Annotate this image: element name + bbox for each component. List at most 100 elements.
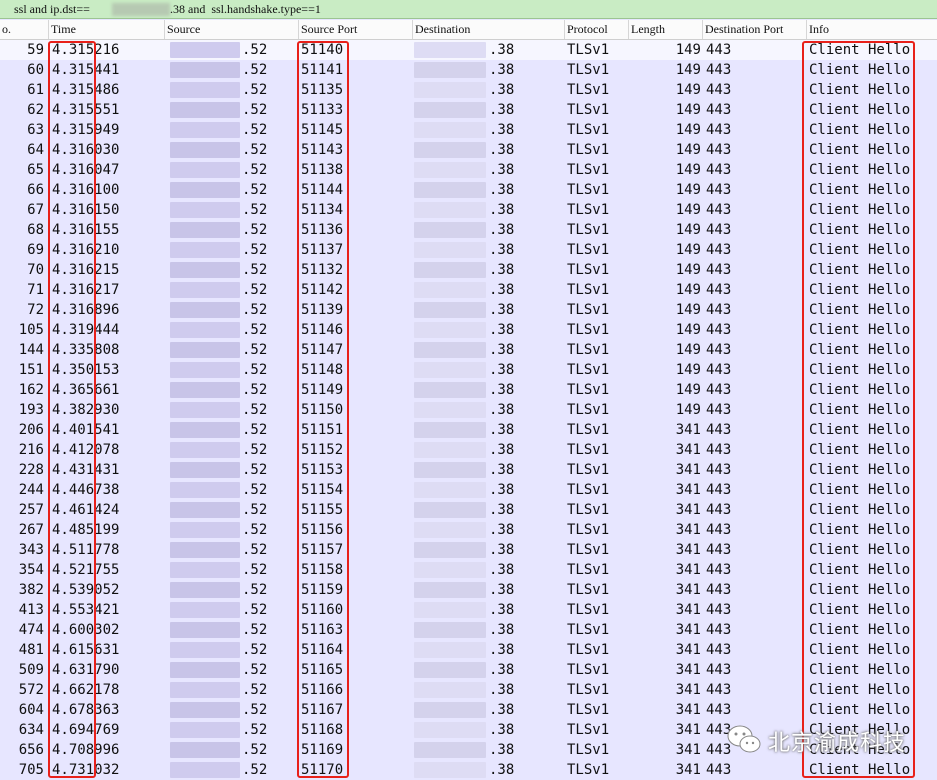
table-row[interactable]: 62 4.315551 .52 51133 .38 TLSv1 149 443 Client H… <box>0 100 937 120</box>
table-row[interactable]: 193 4.382930 .52 51150 .38 TLSv1 149 443 Client … <box>0 400 937 420</box>
cell-protocol: TLSv1 <box>567 42 610 58</box>
cell-protocol: TLSv1 <box>567 122 610 138</box>
cell-source: .52 <box>242 522 268 538</box>
table-row[interactable]: 63 4.315949 .52 51145 .38 TLSv1 149 443 Client H… <box>0 120 937 140</box>
table-row[interactable]: 474 4.600302 .52 51163 .38 TLSv1 341 443 Client … <box>0 620 937 640</box>
redacted-source-address <box>170 382 240 398</box>
table-row[interactable]: 481 4.615631 .52 51164 .38 TLSv1 341 443 Client … <box>0 640 937 660</box>
col-header-info[interactable]: Info <box>806 20 937 39</box>
col-header-destination-port[interactable]: Destination Port <box>702 20 806 39</box>
table-row[interactable]: 60 4.315441 .52 51141 .38 TLSv1 149 443 Client H… <box>0 60 937 80</box>
cell-source-port: 51148 <box>301 362 344 378</box>
cell-destination: .38 <box>489 642 515 658</box>
redacted-destination-address <box>414 102 486 118</box>
cell-info: Client Hello <box>809 122 911 138</box>
cell-source-port: 51152 <box>301 442 344 458</box>
table-row[interactable]: 382 4.539052 .52 51159 .38 TLSv1 341 443 Client … <box>0 580 937 600</box>
cell-no: 105 <box>18 322 44 338</box>
redacted-source-address <box>170 102 240 118</box>
table-row[interactable]: 162 4.365661 .52 51149 .38 TLSv1 149 443 Client … <box>0 380 937 400</box>
cell-length: 149 <box>675 202 701 218</box>
col-header-source[interactable]: Source <box>164 20 298 39</box>
redacted-source-address <box>170 582 240 598</box>
table-row[interactable]: 69 4.316210 .52 51137 .38 TLSv1 149 443 Client H… <box>0 240 937 260</box>
table-row[interactable]: 65 4.316047 .52 51138 .38 TLSv1 149 443 Client H… <box>0 160 937 180</box>
table-row[interactable]: 604 4.678363 .52 51167 .38 TLSv1 341 443 Client … <box>0 700 937 720</box>
cell-time: 4.461424 <box>52 502 120 518</box>
cell-source-port: 51149 <box>301 382 344 398</box>
col-header-time[interactable]: Time <box>48 20 164 39</box>
display-filter-bar[interactable]: ssl and ip.dst== .38 and ssl.handshake.t… <box>0 0 937 19</box>
table-row[interactable]: 71 4.316217 .52 51142 .38 TLSv1 149 443 Client H… <box>0 280 937 300</box>
table-row[interactable]: 354 4.521755 .52 51158 .38 TLSv1 341 443 Client … <box>0 560 937 580</box>
redacted-source-address <box>170 422 240 438</box>
table-row[interactable]: 68 4.316155 .52 51136 .38 TLSv1 149 443 Client H… <box>0 220 937 240</box>
table-row[interactable]: 343 4.511778 .52 51157 .38 TLSv1 341 443 Client … <box>0 540 937 560</box>
cell-destination-port: 443 <box>706 342 732 358</box>
redacted-destination-address <box>414 282 486 298</box>
redacted-destination-address <box>414 742 486 758</box>
table-row[interactable]: 267 4.485199 .52 51156 .38 TLSv1 341 443 Client … <box>0 520 937 540</box>
cell-source: .52 <box>242 702 268 718</box>
table-row[interactable]: 206 4.401541 .52 51151 .38 TLSv1 341 443 Client … <box>0 420 937 440</box>
cell-no: 162 <box>18 382 44 398</box>
cell-info: Client Hello <box>809 222 911 238</box>
cell-destination: .38 <box>489 242 515 258</box>
cell-length: 341 <box>675 422 701 438</box>
table-row[interactable]: 70 4.316215 .52 51132 .38 TLSv1 149 443 Client H… <box>0 260 937 280</box>
filter-text-part1: ssl and ip.dst== <box>14 2 90 16</box>
table-row[interactable]: 72 4.316896 .52 51139 .38 TLSv1 149 443 Client H… <box>0 300 937 320</box>
col-header-length[interactable]: Length <box>628 20 702 39</box>
table-row[interactable]: 413 4.553421 .52 51160 .38 TLSv1 341 443 Client … <box>0 600 937 620</box>
cell-time: 4.539052 <box>52 582 120 598</box>
table-row[interactable]: 67 4.316150 .52 51134 .38 TLSv1 149 443 Client H… <box>0 200 937 220</box>
cell-source: .52 <box>242 242 268 258</box>
redacted-source-address <box>170 182 240 198</box>
table-row[interactable]: 59 4.315216 .52 51140 .38 TLSv1 149 443 Client H… <box>0 40 937 60</box>
redacted-destination-address <box>414 242 486 258</box>
table-row[interactable]: 257 4.461424 .52 51155 .38 TLSv1 341 443 Client … <box>0 500 937 520</box>
cell-source-port: 51142 <box>301 282 344 298</box>
cell-source-port: 51159 <box>301 582 344 598</box>
cell-time: 4.350153 <box>52 362 120 378</box>
table-row[interactable]: 228 4.431431 .52 51153 .38 TLSv1 341 443 Client … <box>0 460 937 480</box>
col-header-protocol[interactable]: Protocol <box>564 20 628 39</box>
cell-length: 341 <box>675 622 701 638</box>
table-row[interactable]: 572 4.662178 .52 51166 .38 TLSv1 341 443 Client … <box>0 680 937 700</box>
cell-no: 572 <box>18 682 44 698</box>
cell-time: 4.315486 <box>52 82 120 98</box>
cell-no: 257 <box>18 502 44 518</box>
cell-protocol: TLSv1 <box>567 502 610 518</box>
redacted-destination-address <box>414 462 486 478</box>
table-row[interactable]: 66 4.316100 .52 51144 .38 TLSv1 149 443 Client H… <box>0 180 937 200</box>
cell-source: .52 <box>242 722 268 738</box>
col-header-no[interactable]: o. <box>0 20 48 39</box>
cell-no: 63 <box>27 122 44 138</box>
redacted-source-address <box>170 462 240 478</box>
cell-no: 66 <box>27 182 44 198</box>
cell-source: .52 <box>242 602 268 618</box>
cell-destination: .38 <box>489 602 515 618</box>
table-row[interactable]: 61 4.315486 .52 51135 .38 TLSv1 149 443 Client H… <box>0 80 937 100</box>
cell-source: .52 <box>242 62 268 78</box>
table-row[interactable]: 509 4.631790 .52 51165 .38 TLSv1 341 443 Client … <box>0 660 937 680</box>
cell-destination: .38 <box>489 522 515 538</box>
cell-protocol: TLSv1 <box>567 702 610 718</box>
watermark: 北京渝成科技 <box>724 722 924 758</box>
cell-destination-port: 443 <box>706 402 732 418</box>
table-row[interactable]: 151 4.350153 .52 51148 .38 TLSv1 149 443 Client … <box>0 360 937 380</box>
table-row[interactable]: 144 4.335808 .52 51147 .38 TLSv1 149 443 Client … <box>0 340 937 360</box>
cell-length: 149 <box>675 222 701 238</box>
cell-source: .52 <box>242 662 268 678</box>
table-row[interactable]: 705 4.731032 .52 51170 .38 TLSv1 341 443 Client … <box>0 760 937 780</box>
table-row[interactable]: 244 4.446738 .52 51154 .38 TLSv1 341 443 Client … <box>0 480 937 500</box>
table-row[interactable]: 105 4.319444 .52 51146 .38 TLSv1 149 443 Client … <box>0 320 937 340</box>
cell-time: 4.316210 <box>52 242 120 258</box>
col-header-source-port[interactable]: Source Port <box>298 20 412 39</box>
table-row[interactable]: 216 4.412078 .52 51152 .38 TLSv1 341 443 Client … <box>0 440 937 460</box>
cell-source: .52 <box>242 222 268 238</box>
table-row[interactable]: 64 4.316030 .52 51143 .38 TLSv1 149 443 Client H… <box>0 140 937 160</box>
col-header-destination[interactable]: Destination <box>412 20 564 39</box>
redacted-destination-address <box>414 622 486 638</box>
cell-protocol: TLSv1 <box>567 762 610 778</box>
